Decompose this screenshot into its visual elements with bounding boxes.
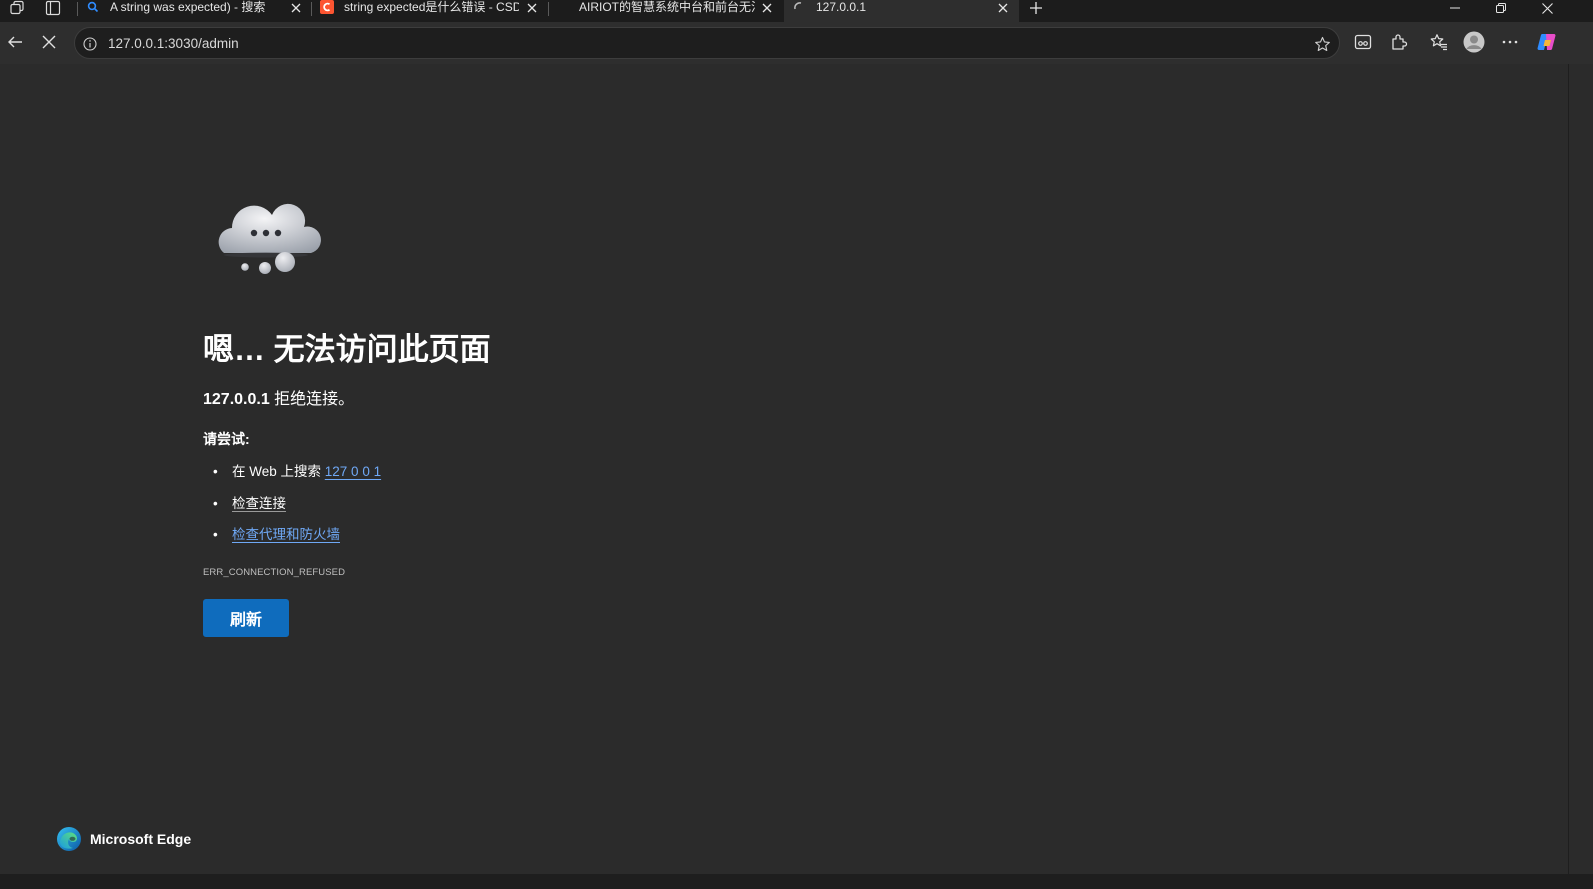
tab-localhost[interactable]: 127.0.0.1 [784,0,1019,22]
window-bottom-edge [0,874,1593,889]
error-title: 嗯… 无法访问此页面 [203,332,491,367]
tab-title: A string was expected) - 搜索 [110,0,266,14]
search-icon [86,0,100,14]
extensions-icon[interactable] [1384,27,1414,57]
restore-icon[interactable] [1478,0,1524,16]
close-tab-icon[interactable] [524,0,540,16]
close-tab-icon[interactable] [759,0,775,16]
favorite-star-icon[interactable] [1312,34,1332,54]
workspaces-icon[interactable] [4,0,30,16]
edge-logo-icon [57,827,81,851]
edge-branding: Microsoft Edge [56,826,191,852]
close-window-icon[interactable] [1524,0,1570,16]
vertical-tabs-icon[interactable] [40,0,66,16]
error-message: 127.0.0.1 拒绝连接。 [203,390,354,410]
tab-airiot[interactable]: AIRIOT的智慧系统中台和前台无法 [549,0,783,22]
tab-strip: A string was expected) - 搜索 string expec… [0,0,1593,22]
tab-title: 127.0.0.1 [816,0,867,14]
edge-brand-name: Microsoft Edge [90,831,192,847]
csdn-logo-icon [320,0,334,14]
address-bar[interactable]: 127.0.0.1:3030/admin [74,27,1340,59]
copilot-icon[interactable] [1532,27,1562,57]
bullet: • [213,527,218,542]
check-proxy-link[interactable]: 检查代理和防火墙 [232,527,340,542]
check-connection-link[interactable]: 检查连接 [232,496,286,511]
refresh-button[interactable]: 刷新 [203,599,289,637]
error-reason: 拒绝连接。 [269,391,355,408]
tab-search[interactable]: A string was expected) - 搜索 [78,0,310,22]
profile-avatar-icon[interactable] [1459,27,1489,57]
close-tab-icon[interactable] [288,0,304,16]
more-options-icon[interactable] [1495,27,1525,57]
search-prefix: 在 Web 上搜索 [232,464,325,479]
stop-loading-icon[interactable] [34,27,64,57]
tab-title: AIRIOT的智慧系统中台和前台无法 [579,0,755,14]
cloud-icon [212,198,322,283]
search-web-link[interactable]: 127 0 0 1 [325,464,381,479]
error-page: 嗯… 无法访问此页面 127.0.0.1 拒绝连接。 请尝试: • 在 Web … [0,64,1568,874]
vertical-scrollbar[interactable] [1568,64,1593,874]
error-code: ERR_CONNECTION_REFUSED [203,567,346,578]
try-label: 请尝试: [203,431,250,447]
close-tab-icon[interactable] [995,0,1011,16]
tab-title: string expected是什么错误 - CSDN [344,0,519,14]
info-icon[interactable] [81,35,99,53]
back-arrow-icon[interactable] [0,27,30,57]
browser-toolbar: 127.0.0.1:3030/admin [0,22,1593,64]
favorites-icon[interactable] [1424,27,1454,57]
error-host: 127.0.0.1 [203,391,270,408]
bullet: • [213,464,218,479]
loading-spinner-icon [792,0,806,14]
tab-csdn[interactable]: string expected是什么错误 - CSDN [312,0,548,22]
url-text[interactable]: 127.0.0.1:3030/admin [108,36,239,52]
bullet: • [213,495,218,511]
new-tab-icon[interactable] [1023,0,1049,16]
minimize-icon[interactable] [1432,0,1478,16]
reader-view-icon[interactable] [1348,27,1378,57]
